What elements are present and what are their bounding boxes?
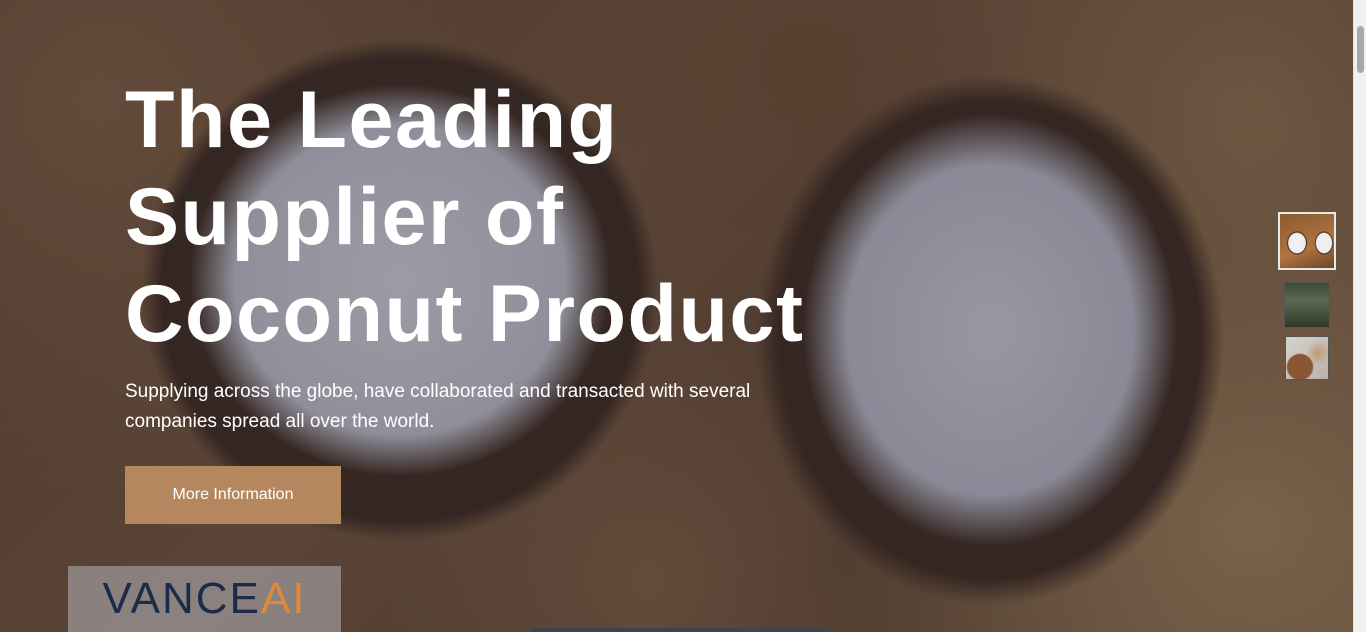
hero-headline: The Leading Supplier of Coconut Product: [125, 72, 845, 363]
vanceai-watermark: VANCE AI: [68, 566, 341, 632]
vertical-scrollbar[interactable]: [1353, 0, 1366, 632]
hero-headline-line-1: The Leading: [125, 75, 619, 165]
hero-headline-line-2: Supplier of: [125, 172, 565, 262]
more-information-button[interactable]: More Information: [125, 466, 341, 524]
hero-headline-line-3: Coconut Product: [125, 269, 805, 359]
hero-subtext: Supplying across the globe, have collabo…: [125, 381, 751, 432]
coconut-halves-thumbnail[interactable]: [1278, 212, 1336, 270]
coconut-products-thumbnail[interactable]: [1285, 336, 1329, 380]
palm-forest-thumbnail[interactable]: [1284, 282, 1330, 328]
page-viewport: The Leading Supplier of Coconut Product …: [0, 0, 1366, 632]
scrollbar-thumb[interactable]: [1357, 26, 1364, 73]
watermark-text-accent: AI: [260, 574, 307, 623]
bottom-edge-strip: [530, 628, 830, 632]
slide-thumbnails: [1277, 212, 1337, 380]
hero-content: The Leading Supplier of Coconut Product …: [125, 72, 845, 437]
watermark-text-main: VANCE: [102, 574, 261, 623]
